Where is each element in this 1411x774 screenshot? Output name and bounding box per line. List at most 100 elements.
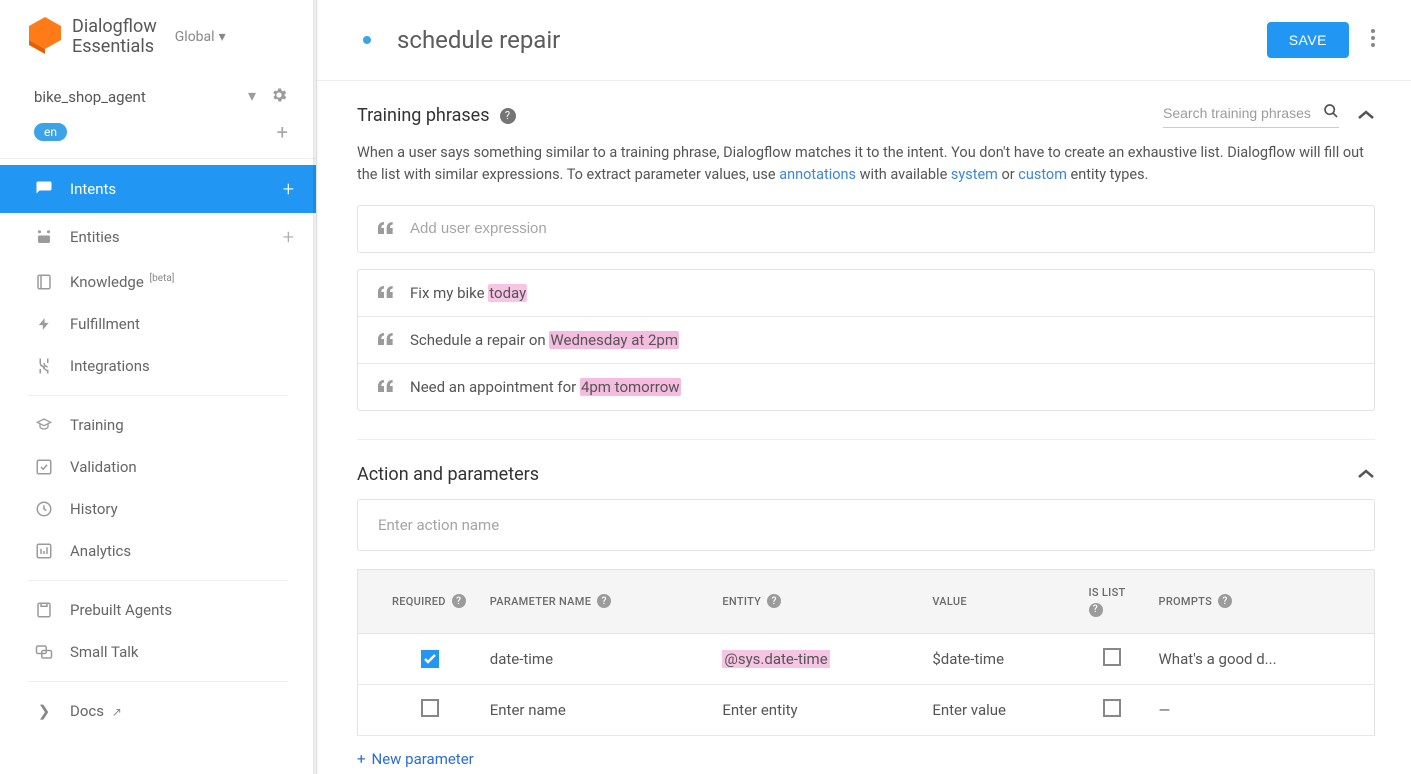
- help-icon[interactable]: ?: [1089, 603, 1103, 617]
- parameters-table: REQUIRED? PARAMETER NAME? ENTITY? VALUE …: [357, 569, 1375, 736]
- integrations-icon: [34, 357, 54, 375]
- required-checkbox[interactable]: [421, 699, 439, 717]
- status-dot-icon: [363, 36, 371, 44]
- nav-validation-label: Validation: [70, 458, 137, 476]
- param-value-cell[interactable]: $date-time: [920, 633, 1076, 684]
- th-param: PARAMETER NAME: [490, 595, 591, 608]
- global-label: Global: [175, 29, 215, 45]
- new-param-label: New parameter: [372, 750, 474, 768]
- training-search-input[interactable]: [1163, 105, 1313, 121]
- param-prompt-cell[interactable]: What's a good d...: [1147, 633, 1375, 684]
- islist-checkbox[interactable]: [1103, 699, 1121, 717]
- add-phrase-box: [357, 205, 1375, 253]
- agent-row: bike_shop_agent ▾: [0, 76, 316, 114]
- th-value: VALUE: [932, 595, 967, 608]
- nav-analytics[interactable]: Analytics: [0, 530, 316, 572]
- collapse-action-icon[interactable]: [1357, 465, 1375, 484]
- th-entity: ENTITY: [722, 595, 761, 608]
- collapse-training-icon[interactable]: [1357, 106, 1375, 125]
- param-name-cell[interactable]: date-time: [478, 633, 711, 684]
- nav-entities[interactable]: Entities +: [0, 213, 316, 261]
- phrase-row[interactable]: Fix my bike today: [358, 270, 1374, 317]
- training-search[interactable]: [1163, 103, 1339, 128]
- help-icon[interactable]: ?: [597, 594, 611, 608]
- param-entity-cell[interactable]: @sys.date-time: [710, 633, 920, 684]
- intents-icon: [34, 180, 54, 198]
- nav-knowledge-label: Knowledge: [70, 273, 144, 291]
- param-row-empty[interactable]: Enter name Enter entity Enter value —: [358, 684, 1375, 735]
- param-row[interactable]: date-time @sys.date-time $date-time What…: [358, 633, 1375, 684]
- lang-row: en +: [0, 114, 316, 159]
- analytics-icon: [34, 542, 54, 560]
- link-custom[interactable]: custom: [1018, 166, 1067, 183]
- nav-history[interactable]: History: [0, 488, 316, 530]
- add-entity-button[interactable]: +: [283, 225, 294, 249]
- fulfillment-icon: [34, 315, 54, 333]
- new-parameter-button[interactable]: + New parameter: [357, 750, 1375, 768]
- quote-icon: [378, 284, 394, 302]
- more-menu-icon[interactable]: [1371, 29, 1375, 51]
- nav-analytics-label: Analytics: [70, 542, 131, 560]
- th-islist: IS LIST: [1089, 586, 1126, 599]
- nav-entities-label: Entities: [70, 228, 120, 246]
- nav-smalltalk[interactable]: Small Talk: [0, 631, 316, 673]
- help-icon[interactable]: ?: [500, 108, 516, 124]
- nav-prebuilt-label: Prebuilt Agents: [70, 601, 172, 619]
- link-system[interactable]: system: [951, 166, 998, 183]
- nav-smalltalk-label: Small Talk: [70, 643, 138, 661]
- add-lang-button[interactable]: +: [277, 120, 288, 144]
- training-icon: [34, 417, 54, 433]
- history-icon: [34, 500, 54, 518]
- entities-icon: [34, 228, 54, 246]
- nav-docs[interactable]: ❯ Docs ↗: [0, 690, 316, 732]
- intent-title[interactable]: schedule repair: [397, 26, 560, 54]
- islist-checkbox[interactable]: [1103, 648, 1121, 666]
- beta-badge: [beta]: [150, 273, 175, 284]
- entity-highlight[interactable]: today: [488, 284, 527, 302]
- quote-icon: [378, 331, 394, 349]
- entity-highlight[interactable]: Wednesday at 2pm: [549, 331, 679, 349]
- lang-pill[interactable]: en: [34, 123, 67, 141]
- help-icon[interactable]: ?: [452, 594, 466, 608]
- nav-prebuilt[interactable]: Prebuilt Agents: [0, 589, 316, 631]
- quote-icon: [378, 378, 394, 396]
- add-intent-button[interactable]: +: [283, 177, 294, 201]
- nav-integrations-label: Integrations: [70, 357, 150, 375]
- agent-caret-icon[interactable]: ▾: [248, 86, 256, 108]
- nav-fulfillment[interactable]: Fulfillment: [0, 303, 316, 345]
- help-icon[interactable]: ?: [1218, 594, 1232, 608]
- nav-knowledge[interactable]: Knowledge [beta]: [0, 261, 316, 303]
- knowledge-icon: [34, 273, 54, 291]
- main: schedule repair SAVE Training phrases ?: [317, 0, 1411, 774]
- external-link-icon: ↗: [112, 705, 122, 719]
- action-name-input[interactable]: [357, 499, 1375, 551]
- training-section: Training phrases ? When a use: [357, 103, 1375, 411]
- help-icon[interactable]: ?: [767, 594, 781, 608]
- action-section: Action and parameters REQUIRED? PARAMETE…: [357, 464, 1375, 768]
- brand: Dialogflow Essentials: [28, 16, 157, 58]
- nav-intents[interactable]: Intents +: [0, 165, 316, 213]
- save-button[interactable]: SAVE: [1267, 22, 1349, 58]
- add-phrase-input[interactable]: [410, 220, 1354, 237]
- nav-docs-label: Docs: [70, 702, 104, 720]
- plus-icon: +: [357, 750, 366, 768]
- phrases-list: Fix my bike today Schedule a repair on W…: [357, 269, 1375, 411]
- nav-integrations[interactable]: Integrations: [0, 345, 316, 387]
- param-entity-placeholder[interactable]: Enter entity: [710, 684, 920, 735]
- gear-icon[interactable]: [270, 86, 288, 108]
- link-annotations[interactable]: annotations: [779, 166, 856, 183]
- phrase-row[interactable]: Schedule a repair on Wednesday at 2pm: [358, 317, 1374, 364]
- nav-training[interactable]: Training: [0, 404, 316, 446]
- phrase-row[interactable]: Need an appointment for 4pm tomorrow: [358, 364, 1374, 410]
- global-dropdown[interactable]: Global ▾: [175, 29, 226, 45]
- nav-history-label: History: [70, 500, 118, 518]
- th-required: REQUIRED: [392, 595, 446, 608]
- entity-highlight[interactable]: 4pm tomorrow: [580, 378, 681, 396]
- nav-intents-label: Intents: [70, 180, 116, 198]
- nav-validation[interactable]: Validation: [0, 446, 316, 488]
- agent-name[interactable]: bike_shop_agent: [34, 88, 146, 106]
- param-value-placeholder[interactable]: Enter value: [920, 684, 1076, 735]
- required-checkbox[interactable]: [421, 650, 439, 668]
- param-name-placeholder[interactable]: Enter name: [478, 684, 711, 735]
- search-icon: [1323, 103, 1339, 123]
